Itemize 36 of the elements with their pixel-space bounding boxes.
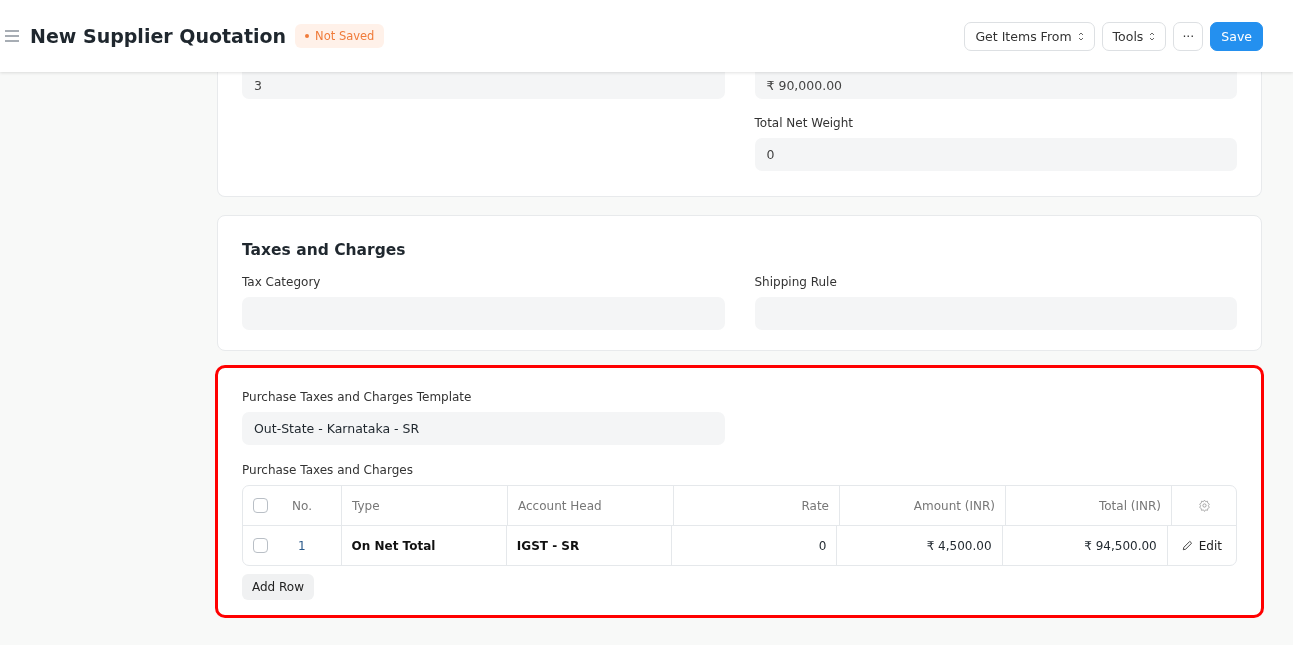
table-cell: IGST - SR: [516, 538, 580, 553]
pencil-icon: [1181, 540, 1193, 551]
checkbox[interactable]: [253, 538, 268, 553]
input-field[interactable]: 3: [242, 72, 725, 99]
table-cell: ₹ 4,500.00: [926, 538, 992, 553]
input-field[interactable]: ₹ 90,000.00: [754, 72, 1237, 99]
table-cell: 1: [297, 538, 306, 553]
chevron-up-down-icon: [1149, 31, 1156, 41]
field-label: Tax Category: [242, 275, 322, 289]
checkbox[interactable]: [253, 498, 268, 513]
field-label: Purchase Taxes and Charges Template: [242, 390, 473, 404]
field-label: Purchase Taxes and Charges: [242, 463, 414, 477]
column-header: Amount (INR): [913, 498, 995, 513]
dropdown-button[interactable]: Tools: [1101, 21, 1167, 51]
edit-button[interactable]: Edit: [1177, 536, 1226, 555]
menu-icon[interactable]: [5, 30, 19, 42]
table-cell: ₹ 94,500.00: [1084, 538, 1157, 553]
settings-icon[interactable]: [1197, 499, 1211, 512]
input-field[interactable]: Out-State - Karnataka - SR: [242, 412, 725, 445]
column-header: Total (INR): [1098, 498, 1161, 513]
column-header: Type: [352, 498, 380, 513]
table-cell: 0: [818, 538, 827, 553]
column-header: Account Head: [518, 498, 602, 513]
field-label: Shipping Rule: [754, 275, 838, 289]
status-badge: Not Saved: [295, 24, 385, 48]
input-field[interactable]: 0: [754, 138, 1237, 171]
dropdown-button[interactable]: Get Items From: [964, 21, 1095, 51]
chevron-up-down-icon: [1077, 31, 1084, 41]
column-header: Rate: [801, 498, 829, 513]
page-title: New Supplier Quotation: [30, 25, 287, 47]
section-heading: Taxes and Charges: [242, 241, 407, 259]
column-header: No.: [292, 498, 312, 513]
add-row-button[interactable]: Add Row: [242, 574, 314, 600]
field-label: Total Net Weight: [754, 116, 855, 130]
more-button[interactable]: ···: [1173, 21, 1204, 51]
table-cell: On Net Total: [351, 538, 436, 553]
